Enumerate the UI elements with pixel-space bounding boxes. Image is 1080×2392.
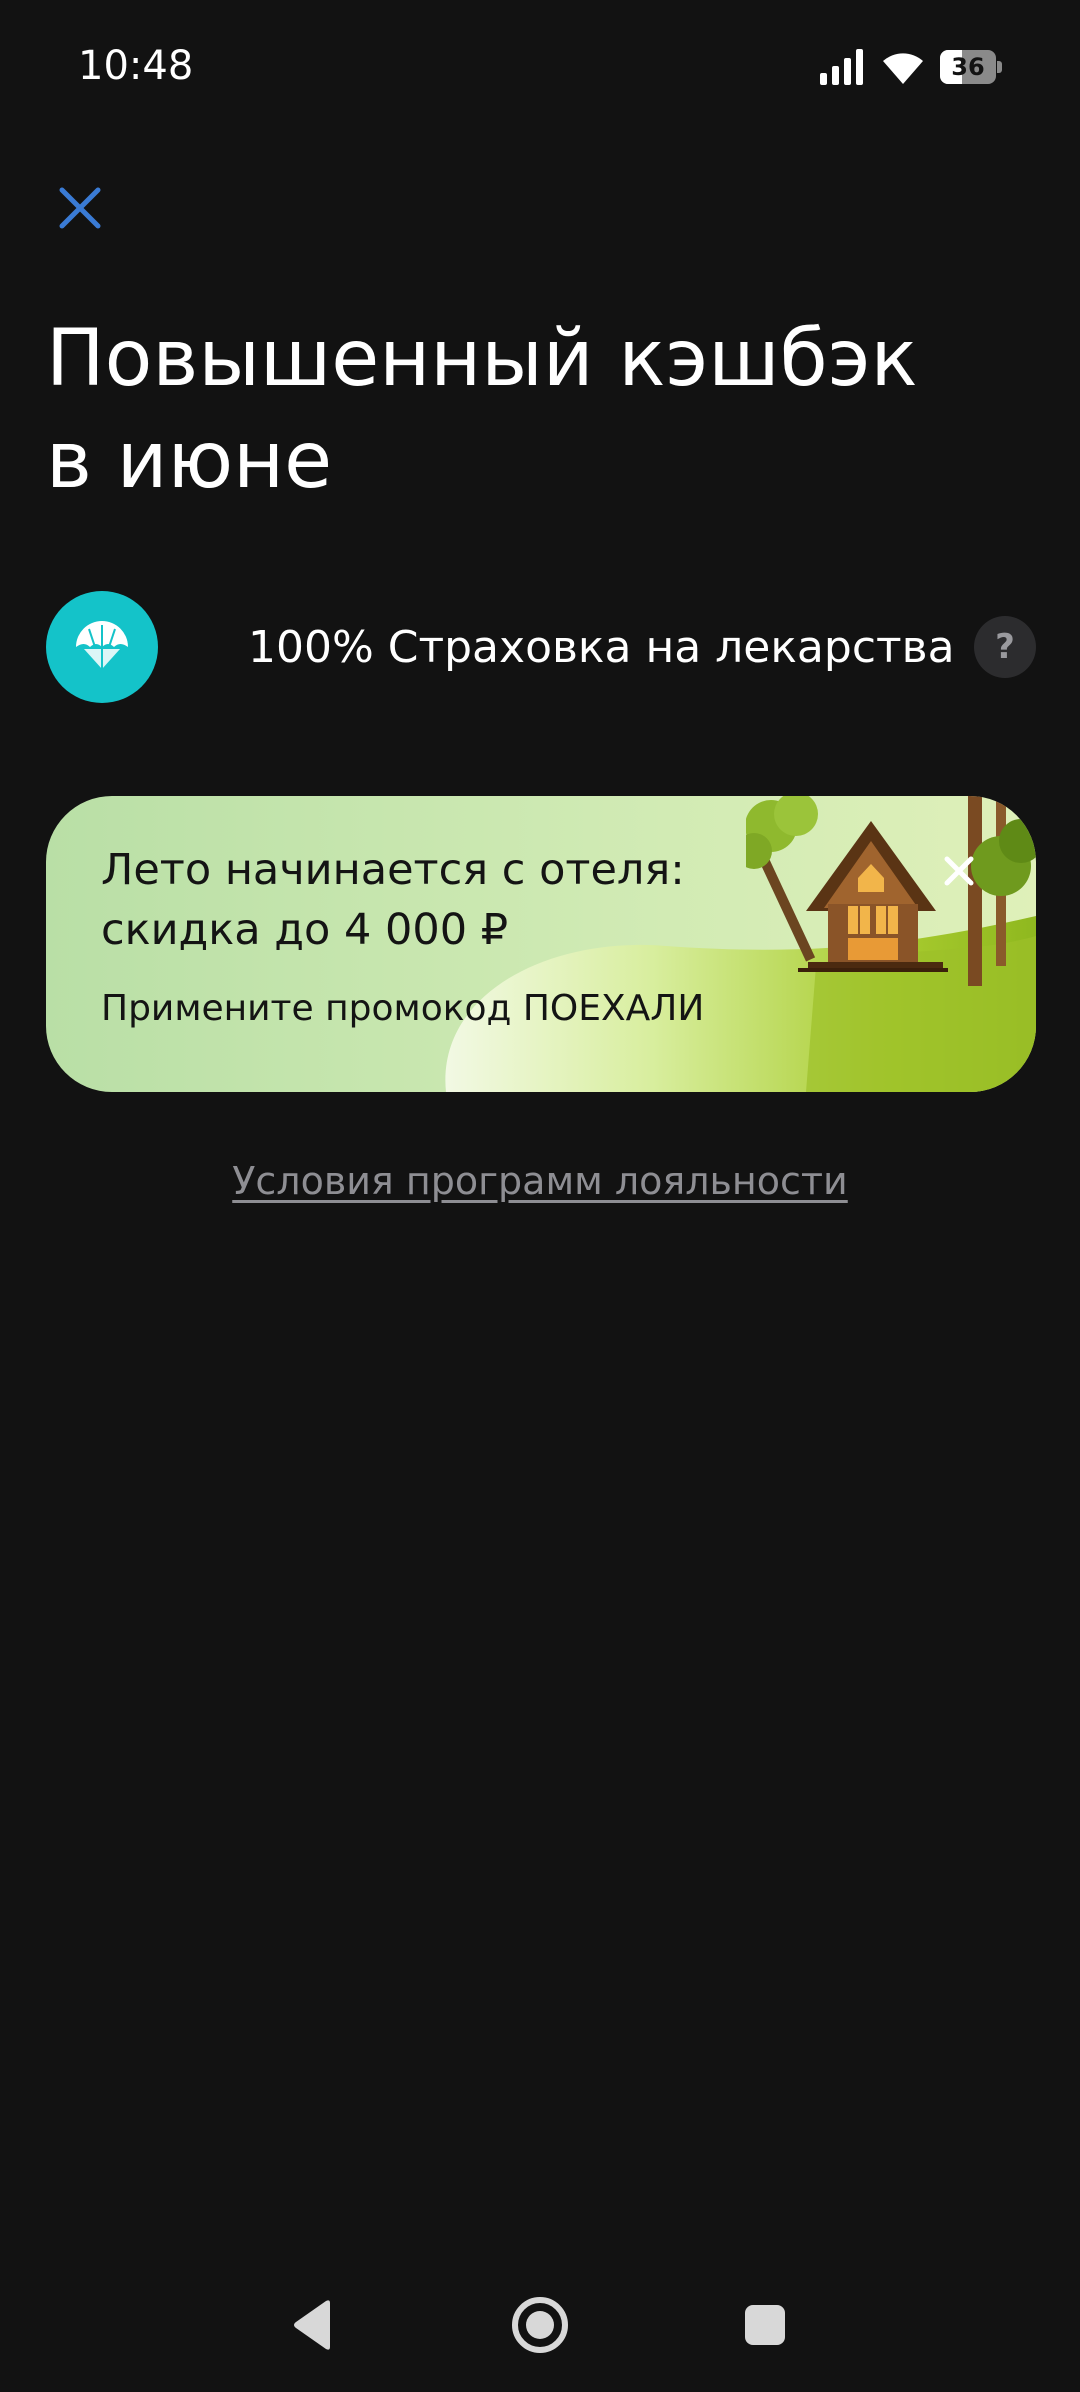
help-button[interactable]: ? (974, 616, 1036, 678)
status-bar: 10:48 36 (0, 0, 1080, 136)
recents-icon (745, 2305, 785, 2345)
promo-close-button[interactable] (932, 844, 986, 898)
promo-title-line1: Лето начинается с отеля: (101, 845, 685, 895)
signal-icon (820, 49, 863, 85)
back-icon (294, 2300, 330, 2350)
battery-level: 36 (951, 53, 985, 81)
page-title-line1: Повышенный кэшбэк (46, 314, 918, 404)
system-nav-bar (0, 2270, 1080, 2380)
promo-title-line2: скидка до 4 000 ₽ (101, 905, 509, 955)
nav-back-button[interactable] (268, 2280, 358, 2370)
cashback-category-label: 100% Страховка на лекарства (248, 621, 955, 673)
promo-banner[interactable]: Лето начинается с отеля: скидка до 4 000… (46, 796, 1036, 1092)
umbrella-icon (76, 621, 128, 669)
page-title: Повышенный кэшбэк в июне (46, 308, 1006, 512)
close-button[interactable] (48, 176, 112, 240)
promo-subtitle: Примените промокод ПОЕХАЛИ (101, 988, 705, 1029)
status-icons: 36 (820, 44, 1002, 90)
battery-icon: 36 (940, 50, 1002, 84)
nav-home-button[interactable] (495, 2280, 585, 2370)
promo-title: Лето начинается с отеля: скидка до 4 000… (101, 840, 741, 960)
cashback-category-row[interactable]: 100% Страховка на лекарства ? (46, 590, 1036, 704)
page-title-line2: в июне (46, 416, 333, 506)
cashback-category-icon (46, 591, 158, 703)
help-icon: ? (995, 627, 1015, 667)
treehouse-illustration (746, 796, 1036, 986)
status-time: 10:48 (78, 43, 194, 89)
wifi-icon (883, 53, 923, 84)
close-icon (944, 856, 974, 886)
loyalty-terms-link[interactable]: Условия программ лояльности (0, 1156, 1080, 1206)
home-icon (512, 2297, 568, 2353)
close-icon (59, 187, 101, 229)
nav-recents-button[interactable] (720, 2280, 810, 2370)
